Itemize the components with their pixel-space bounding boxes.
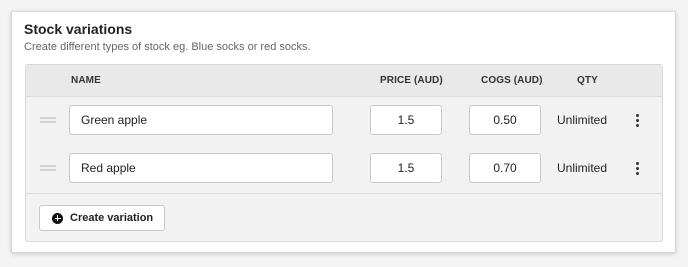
create-variation-label: Create variation <box>70 212 154 224</box>
table-row: Unlimited <box>26 145 662 194</box>
section-subtitle: Create different types of stock eg. Blue… <box>24 41 311 53</box>
stock-variations-card: Stock variations Create different types … <box>11 11 676 253</box>
section-title: Stock variations <box>24 21 133 37</box>
table-row: Unlimited <box>26 97 662 146</box>
variation-name-input[interactable] <box>69 105 333 135</box>
more-vertical-icon[interactable] <box>631 160 643 176</box>
create-variation-button[interactable]: Create variation <box>39 205 166 231</box>
header-name: NAME <box>71 75 101 86</box>
header-price: PRICE (AUD) <box>380 75 443 86</box>
cogs-input[interactable] <box>469 105 541 135</box>
price-input[interactable] <box>370 153 442 183</box>
variation-name-input[interactable] <box>69 153 333 183</box>
qty-value: Unlimited <box>557 161 608 175</box>
table-header: NAME PRICE (AUD) COGS (AUD) QTY <box>26 65 662 97</box>
variations-table: NAME PRICE (AUD) COGS (AUD) QTY Unlimite… <box>25 64 663 242</box>
qty-value: Unlimited <box>557 113 608 127</box>
header-cogs: COGS (AUD) <box>481 75 543 86</box>
header-qty: QTY <box>577 75 598 86</box>
drag-handle-icon[interactable] <box>40 165 56 171</box>
more-vertical-icon[interactable] <box>631 112 643 128</box>
price-input[interactable] <box>370 105 442 135</box>
cogs-input[interactable] <box>469 153 541 183</box>
drag-handle-icon[interactable] <box>40 117 56 123</box>
plus-circle-icon <box>52 212 63 224</box>
